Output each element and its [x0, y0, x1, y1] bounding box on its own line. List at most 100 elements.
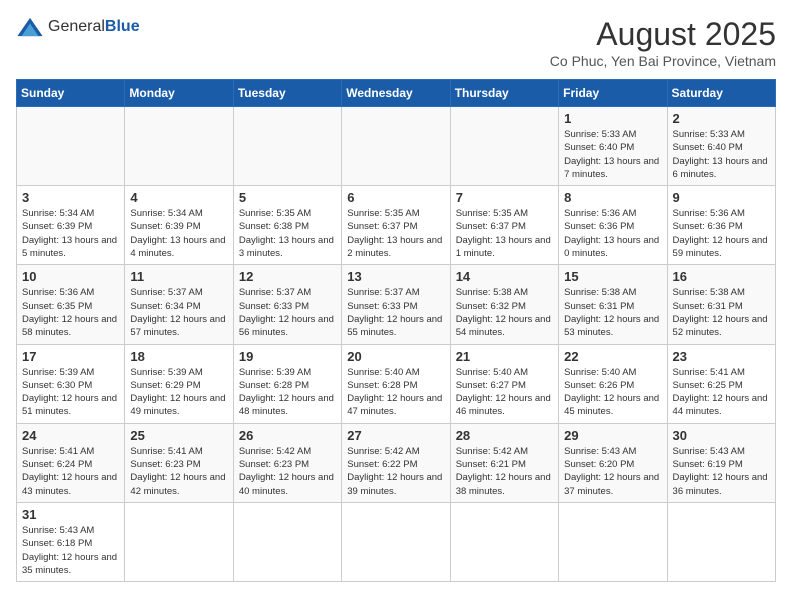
weekday-saturday: Saturday	[667, 80, 775, 107]
day-number: 26	[239, 428, 336, 443]
calendar-cell: 26 Sunrise: 5:42 AM Sunset: 6:23 PM Dayli…	[233, 423, 341, 502]
day-number: 17	[22, 349, 119, 364]
calendar-cell: 30Sunrise: 5:43 AM Sunset: 6:19 PM Dayli…	[667, 423, 775, 502]
calendar-cell: 20Sunrise: 5:40 AM Sunset: 6:28 PM Dayli…	[342, 344, 450, 423]
day-info: Sunrise: 5:36 AM Sunset: 6:36 PM Dayligh…	[564, 207, 661, 260]
day-number: 10	[22, 269, 119, 284]
day-number: 18	[130, 349, 227, 364]
calendar-cell: 16Sunrise: 5:38 AM Sunset: 6:31 PM Dayli…	[667, 265, 775, 344]
day-info: Sunrise: 5:33 AM Sunset: 6:40 PM Dayligh…	[673, 128, 770, 181]
day-info: Sunrise: 5:37 AM Sunset: 6:34 PM Dayligh…	[130, 286, 227, 339]
calendar-cell	[342, 107, 450, 186]
day-info: Sunrise: 5:43 AM Sunset: 6:20 PM Dayligh…	[564, 445, 661, 498]
day-info: Sunrise: 5:35 AM Sunset: 6:38 PM Dayligh…	[239, 207, 336, 260]
day-number: 2	[673, 111, 770, 126]
header: GeneralBlue August 2025 Co Phuc, Yen Bai…	[16, 16, 776, 69]
day-info: Sunrise: 5:41 AM Sunset: 6:23 PM Dayligh…	[130, 445, 227, 498]
day-number: 28	[456, 428, 553, 443]
calendar-cell: 14Sunrise: 5:38 AM Sunset: 6:32 PM Dayli…	[450, 265, 558, 344]
day-number: 20	[347, 349, 444, 364]
day-info: Sunrise: 5:42 AM Sunset: 6:22 PM Dayligh…	[347, 445, 444, 498]
calendar-cell	[450, 502, 558, 581]
day-info: Sunrise: 5:36 AM Sunset: 6:35 PM Dayligh…	[22, 286, 119, 339]
calendar-subtitle: Co Phuc, Yen Bai Province, Vietnam	[550, 53, 776, 69]
week-row-5: 24Sunrise: 5:41 AM Sunset: 6:24 PM Dayli…	[17, 423, 776, 502]
calendar-cell: 7Sunrise: 5:35 AM Sunset: 6:37 PM Daylig…	[450, 186, 558, 265]
calendar-cell: 1Sunrise: 5:33 AM Sunset: 6:40 PM Daylig…	[559, 107, 667, 186]
day-info: Sunrise: 5:39 AM Sunset: 6:28 PM Dayligh…	[239, 366, 336, 419]
calendar-cell: 27 Sunrise: 5:42 AM Sunset: 6:22 PM Dayli…	[342, 423, 450, 502]
day-number: 3	[22, 190, 119, 205]
week-row-6: 31Sunrise: 5:43 AM Sunset: 6:18 PM Dayli…	[17, 502, 776, 581]
day-number: 22	[564, 349, 661, 364]
calendar-cell: 4 Sunrise: 5:34 AM Sunset: 6:39 PM Daylig…	[125, 186, 233, 265]
calendar-cell: 19Sunrise: 5:39 AM Sunset: 6:28 PM Dayli…	[233, 344, 341, 423]
day-number: 15	[564, 269, 661, 284]
calendar-table: SundayMondayTuesdayWednesdayThursdayFrid…	[16, 79, 776, 582]
calendar-cell: 28 Sunrise: 5:42 AM Sunset: 6:21 PM Dayli…	[450, 423, 558, 502]
calendar-cell	[125, 107, 233, 186]
day-number: 1	[564, 111, 661, 126]
day-number: 29	[564, 428, 661, 443]
weekday-tuesday: Tuesday	[233, 80, 341, 107]
day-number: 30	[673, 428, 770, 443]
day-number: 9	[673, 190, 770, 205]
day-info: Sunrise: 5:42 AM Sunset: 6:21 PM Dayligh…	[456, 445, 553, 498]
day-info: Sunrise: 5:40 AM Sunset: 6:27 PM Dayligh…	[456, 366, 553, 419]
calendar-cell: 31Sunrise: 5:43 AM Sunset: 6:18 PM Dayli…	[17, 502, 125, 581]
logo-icon	[16, 16, 44, 38]
calendar-cell: 9 Sunrise: 5:36 AM Sunset: 6:36 PM Daylig…	[667, 186, 775, 265]
calendar-cell	[125, 502, 233, 581]
day-info: Sunrise: 5:38 AM Sunset: 6:31 PM Dayligh…	[564, 286, 661, 339]
weekday-thursday: Thursday	[450, 80, 558, 107]
day-info: Sunrise: 5:38 AM Sunset: 6:31 PM Dayligh…	[673, 286, 770, 339]
day-info: Sunrise: 5:35 AM Sunset: 6:37 PM Dayligh…	[347, 207, 444, 260]
day-number: 25	[130, 428, 227, 443]
day-info: Sunrise: 5:41 AM Sunset: 6:24 PM Dayligh…	[22, 445, 119, 498]
weekday-wednesday: Wednesday	[342, 80, 450, 107]
calendar-cell: 18 Sunrise: 5:39 AM Sunset: 6:29 PM Dayli…	[125, 344, 233, 423]
day-number: 11	[130, 269, 227, 284]
day-info: Sunrise: 5:39 AM Sunset: 6:30 PM Dayligh…	[22, 366, 119, 419]
day-info: Sunrise: 5:40 AM Sunset: 6:26 PM Dayligh…	[564, 366, 661, 419]
weekday-header-row: SundayMondayTuesdayWednesdayThursdayFrid…	[17, 80, 776, 107]
day-info: Sunrise: 5:34 AM Sunset: 6:39 PM Dayligh…	[22, 207, 119, 260]
weekday-sunday: Sunday	[17, 80, 125, 107]
calendar-cell	[450, 107, 558, 186]
day-info: Sunrise: 5:37 AM Sunset: 6:33 PM Dayligh…	[347, 286, 444, 339]
day-number: 4	[130, 190, 227, 205]
title-area: August 2025 Co Phuc, Yen Bai Province, V…	[550, 16, 776, 69]
day-info: Sunrise: 5:42 AM Sunset: 6:23 PM Dayligh…	[239, 445, 336, 498]
calendar-cell: 11 Sunrise: 5:37 AM Sunset: 6:34 PM Dayli…	[125, 265, 233, 344]
day-info: Sunrise: 5:35 AM Sunset: 6:37 PM Dayligh…	[456, 207, 553, 260]
day-info: Sunrise: 5:39 AM Sunset: 6:29 PM Dayligh…	[130, 366, 227, 419]
day-number: 23	[673, 349, 770, 364]
calendar-cell: 23 Sunrise: 5:41 AM Sunset: 6:25 PM Dayli…	[667, 344, 775, 423]
calendar-cell: 5Sunrise: 5:35 AM Sunset: 6:38 PM Daylig…	[233, 186, 341, 265]
logo-text: GeneralBlue	[48, 17, 140, 36]
calendar-cell	[667, 502, 775, 581]
weekday-monday: Monday	[125, 80, 233, 107]
calendar-cell: 2 Sunrise: 5:33 AM Sunset: 6:40 PM Daylig…	[667, 107, 775, 186]
calendar-cell: 15 Sunrise: 5:38 AM Sunset: 6:31 PM Dayli…	[559, 265, 667, 344]
day-number: 13	[347, 269, 444, 284]
day-info: Sunrise: 5:34 AM Sunset: 6:39 PM Dayligh…	[130, 207, 227, 260]
calendar-cell: 6Sunrise: 5:35 AM Sunset: 6:37 PM Daylig…	[342, 186, 450, 265]
calendar-cell: 17 Sunrise: 5:39 AM Sunset: 6:30 PM Dayli…	[17, 344, 125, 423]
week-row-3: 10 Sunrise: 5:36 AM Sunset: 6:35 PM Dayli…	[17, 265, 776, 344]
calendar-cell: 24Sunrise: 5:41 AM Sunset: 6:24 PM Dayli…	[17, 423, 125, 502]
week-row-2: 3 Sunrise: 5:34 AM Sunset: 6:39 PM Daylig…	[17, 186, 776, 265]
calendar-cell: 22 Sunrise: 5:40 AM Sunset: 6:26 PM Dayli…	[559, 344, 667, 423]
day-number: 12	[239, 269, 336, 284]
calendar-cell	[233, 502, 341, 581]
calendar-cell	[559, 502, 667, 581]
day-number: 27	[347, 428, 444, 443]
day-info: Sunrise: 5:36 AM Sunset: 6:36 PM Dayligh…	[673, 207, 770, 260]
day-info: Sunrise: 5:37 AM Sunset: 6:33 PM Dayligh…	[239, 286, 336, 339]
week-row-1: 1 Sunrise: 5:33 AM Sunset: 6:40 PM Daylig…	[17, 107, 776, 186]
calendar-cell	[17, 107, 125, 186]
day-info: Sunrise: 5:41 AM Sunset: 6:25 PM Dayligh…	[673, 366, 770, 419]
calendar-cell: 29 Sunrise: 5:43 AM Sunset: 6:20 PM Dayli…	[559, 423, 667, 502]
day-number: 31	[22, 507, 119, 522]
day-number: 21	[456, 349, 553, 364]
